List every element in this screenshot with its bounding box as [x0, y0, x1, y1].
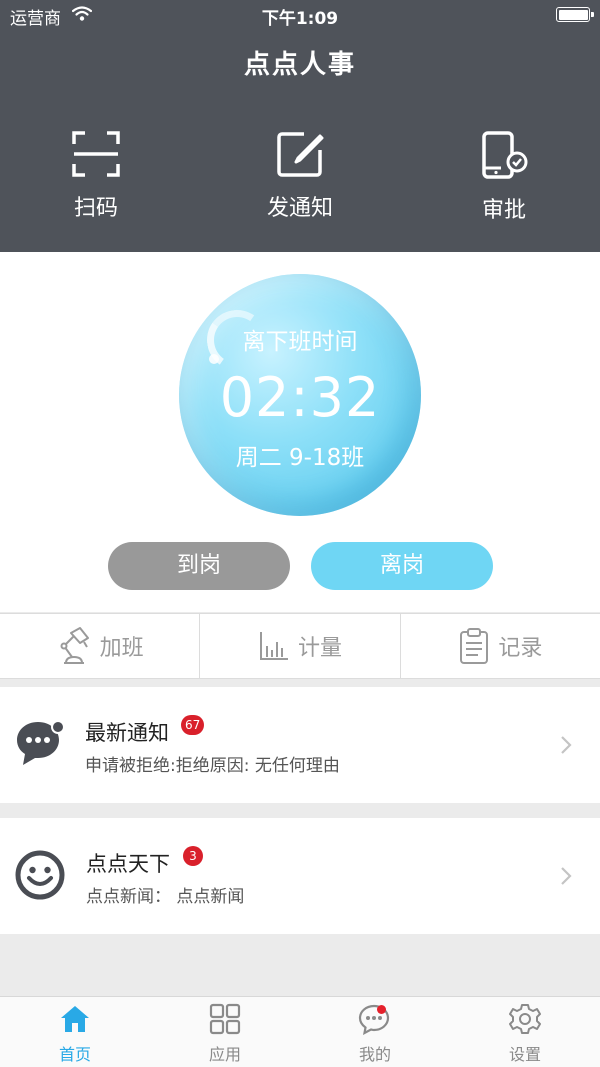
gear-icon [509, 1004, 541, 1034]
latest-notice-subtitle: 申请被拒绝:拒绝原因: 无任何理由 [85, 756, 340, 776]
tab-apps[interactable]: 应用 [150, 997, 300, 1067]
tab-bar: 首页 应用 我的 设置 [0, 996, 600, 1067]
page-title: 点点人事 [243, 50, 356, 80]
tab-mine-label: 我的 [358, 1045, 391, 1064]
chevron-right-icon [561, 867, 572, 885]
tab-apps-label: 应用 [208, 1045, 241, 1064]
scan-button[interactable]: 扫码 [36, 130, 156, 222]
scan-label: 扫码 [73, 196, 118, 221]
message-icon [358, 1004, 390, 1035]
metering-button[interactable]: 计量 [200, 614, 401, 678]
arrive-button[interactable]: 到岗 [108, 542, 290, 590]
overtime-label: 加班 [99, 636, 144, 661]
send-notice-button[interactable]: 发通知 [240, 130, 360, 222]
tab-home[interactable]: 首页 [0, 997, 150, 1067]
smiley-icon [15, 850, 65, 900]
tab-home-label: 首页 [58, 1045, 91, 1064]
header: 运营商 下午1:09 点点人事 扫码 发通知 审批 [0, 0, 600, 252]
notice-count-badge: 67 [181, 715, 205, 735]
tab-mine[interactable]: 我的 [300, 997, 450, 1067]
home-icon [61, 1006, 89, 1032]
status-time: 下午1:09 [261, 9, 339, 29]
send-notice-label: 发通知 [266, 196, 333, 221]
battery-icon [556, 7, 594, 22]
countdown-caption: 离下班时间 [242, 329, 358, 355]
grid-icon [209, 1003, 241, 1035]
overtime-button[interactable]: 加班 [0, 614, 201, 678]
status-bar: 运营商 下午1:09 [0, 0, 600, 30]
news-item[interactable]: 点点天下 3 点点新闻： 点点新闻 [0, 818, 600, 934]
countdown-bubble: 离下班时间 02:32 周二 9-18班 [179, 274, 421, 516]
scan-icon [72, 131, 120, 177]
latest-notice-title: 最新通知 [85, 721, 169, 745]
clock-panel: 离下班时间 02:32 周二 9-18班 到岗 离岗 [0, 252, 600, 612]
tab-settings[interactable]: 设置 [450, 997, 600, 1067]
countdown-time: 02:32 [219, 366, 381, 429]
tab-settings-label: 设置 [508, 1045, 541, 1064]
edit-icon [277, 132, 324, 177]
news-subtitle: 点点新闻： 点点新闻 [86, 887, 245, 907]
latest-notice-item[interactable]: 最新通知 67 申请被拒绝:拒绝原因: 无任何理由 [0, 687, 600, 803]
desk-lamp-icon [60, 627, 89, 664]
unread-dot [377, 1005, 386, 1014]
news-title: 点点天下 [86, 852, 170, 876]
leave-button[interactable]: 离岗 [311, 542, 493, 590]
records-button[interactable]: 记录 [401, 614, 600, 678]
clipboard-icon [460, 628, 489, 664]
chevron-right-icon [561, 736, 572, 754]
news-count-badge: 3 [183, 846, 203, 866]
tool-row: 加班 计量 记录 [0, 613, 600, 679]
approval-button[interactable]: 审批 [444, 130, 564, 224]
approval-label: 审批 [481, 198, 526, 223]
metering-label: 计量 [297, 636, 342, 661]
shift-label: 周二 9-18班 [235, 445, 365, 471]
chat-bubble-icon [17, 720, 65, 765]
bar-chart-icon [259, 632, 288, 660]
records-label: 记录 [498, 636, 543, 661]
phone-check-icon [482, 131, 528, 179]
